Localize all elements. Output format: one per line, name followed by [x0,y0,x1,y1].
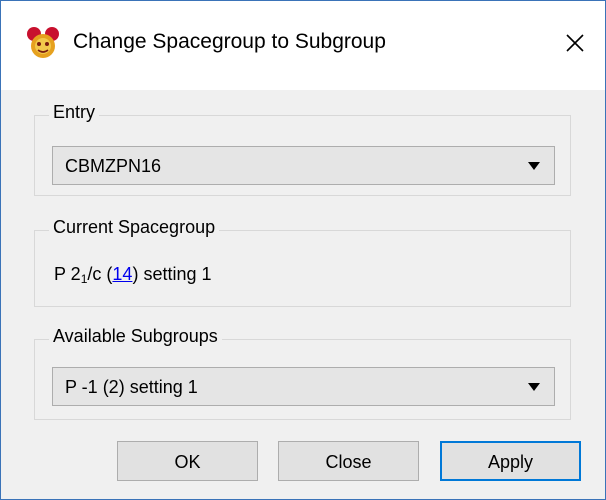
close-button[interactable]: Close [278,441,419,481]
chevron-down-icon [528,383,540,391]
window-title: Change Spacegroup to Subgroup [73,30,386,53]
entry-group: Entry CBMZPN16 [34,102,571,196]
subgroups-dropdown[interactable]: P -1 (2) setting 1 [52,367,555,406]
close-icon[interactable] [558,26,592,60]
entry-selected-value: CBMZPN16 [65,156,162,176]
spacegroup-symbol-prefix: P 2 [54,264,81,284]
chevron-down-icon [528,162,540,170]
mercury-app-icon [25,25,61,61]
subgroups-group-label: Available Subgroups [49,326,222,347]
spacegroup-setting: setting 1 [138,264,212,284]
spacegroup-open-paren: ( [101,264,113,284]
title-bar: Change Spacegroup to Subgroup [1,1,605,90]
entry-group-label: Entry [49,102,100,123]
subgroups-selected-value: P -1 (2) setting 1 [65,377,198,397]
current-spacegroup-group: Current Spacegroup P 21/c (14) setting 1 [34,217,571,307]
current-spacegroup-label: Current Spacegroup [49,217,220,238]
entry-dropdown[interactable]: CBMZPN16 [52,146,555,185]
subgroups-group: Available Subgroups P -1 (2) setting 1 [34,326,571,420]
dialog-window: Change Spacegroup to Subgroup Entry CBMZ… [0,0,606,500]
current-spacegroup-value: P 21/c (14) setting 1 [54,264,211,286]
apply-button[interactable]: Apply [440,441,581,481]
spacegroup-symbol-suffix: /c [87,264,102,284]
ok-button[interactable]: OK [117,441,258,481]
spacegroup-number-link[interactable]: 14 [112,264,132,284]
